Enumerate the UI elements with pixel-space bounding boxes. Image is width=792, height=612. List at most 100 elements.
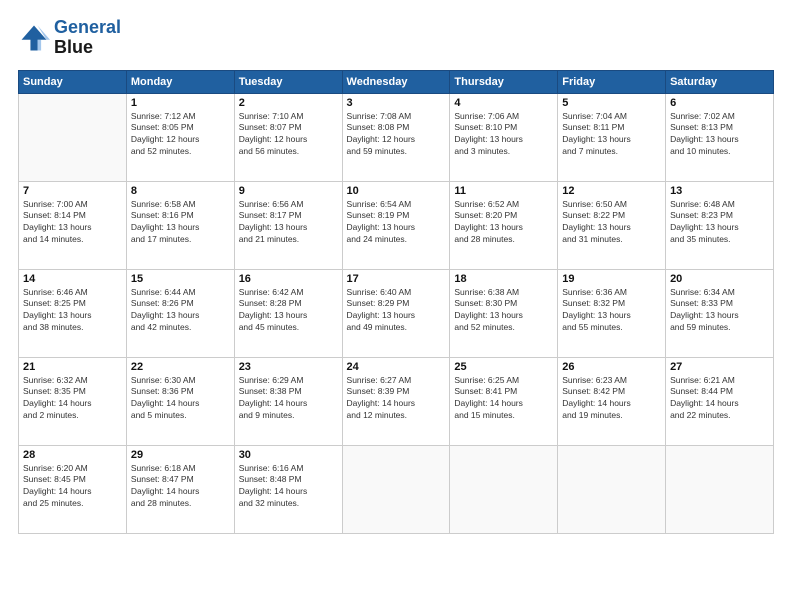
weekday-header-sunday: Sunday	[19, 70, 127, 93]
calendar-cell: 15Sunrise: 6:44 AMSunset: 8:26 PMDayligh…	[126, 269, 234, 357]
day-info: Sunrise: 6:36 AMSunset: 8:32 PMDaylight:…	[562, 287, 661, 335]
day-info: Sunrise: 6:54 AMSunset: 8:19 PMDaylight:…	[347, 199, 446, 247]
day-info: Sunrise: 6:18 AMSunset: 8:47 PMDaylight:…	[131, 463, 230, 511]
week-row-2: 7 Sunrise: 7:00 AMSunset: 8:14 PMDaylight…	[19, 181, 774, 269]
day-info: Sunrise: 7:02 AMSunset: 8:13 PMDaylight:…	[670, 111, 769, 159]
day-info: Sunrise: 6:38 AMSunset: 8:30 PMDaylight:…	[454, 287, 553, 335]
calendar-cell: 25 Sunrise: 6:25 AMSunset: 8:41 PMDayligh…	[450, 357, 558, 445]
day-number: 3	[347, 97, 446, 109]
day-number: 12	[562, 185, 661, 197]
calendar-cell: 21 Sunrise: 6:32 AMSunset: 8:35 PMDayligh…	[19, 357, 127, 445]
calendar-cell: 17 Sunrise: 6:40 AMSunset: 8:29 PMDayligh…	[342, 269, 450, 357]
day-info: Sunrise: 6:56 AMSunset: 8:17 PMDaylight:…	[239, 199, 338, 247]
page: General Blue SundayMondayTuesdayWednesda…	[0, 0, 792, 612]
day-number: 9	[239, 185, 338, 197]
week-row-1: 1 Sunrise: 7:12 AMSunset: 8:05 PMDaylight…	[19, 93, 774, 181]
calendar-cell: 13Sunrise: 6:48 AMSunset: 8:23 PMDayligh…	[666, 181, 774, 269]
day-info: Sunrise: 7:04 AMSunset: 8:11 PMDaylight:…	[562, 111, 661, 159]
day-info: Sunrise: 6:46 AMSunset: 8:25 PMDaylight:…	[23, 287, 122, 335]
calendar-cell: 14 Sunrise: 6:46 AMSunset: 8:25 PMDayligh…	[19, 269, 127, 357]
day-number: 22	[131, 361, 230, 373]
logo-subtext: Blue	[54, 38, 121, 58]
calendar-cell: 11 Sunrise: 6:52 AMSunset: 8:20 PMDayligh…	[450, 181, 558, 269]
calendar-cell	[450, 445, 558, 533]
calendar-cell: 30 Sunrise: 6:16 AMSunset: 8:48 PMDayligh…	[234, 445, 342, 533]
day-info: Sunrise: 6:40 AMSunset: 8:29 PMDaylight:…	[347, 287, 446, 335]
day-info: Sunrise: 7:06 AMSunset: 8:10 PMDaylight:…	[454, 111, 553, 159]
day-number: 16	[239, 273, 338, 285]
calendar-cell: 9 Sunrise: 6:56 AMSunset: 8:17 PMDaylight…	[234, 181, 342, 269]
calendar-cell: 8 Sunrise: 6:58 AMSunset: 8:16 PMDaylight…	[126, 181, 234, 269]
day-number: 21	[23, 361, 122, 373]
weekday-header-monday: Monday	[126, 70, 234, 93]
day-number: 11	[454, 185, 553, 197]
calendar-cell	[342, 445, 450, 533]
day-info: Sunrise: 6:50 AMSunset: 8:22 PMDaylight:…	[562, 199, 661, 247]
day-number: 28	[23, 449, 122, 461]
day-info: Sunrise: 6:34 AMSunset: 8:33 PMDaylight:…	[670, 287, 769, 335]
day-number: 4	[454, 97, 553, 109]
day-number: 6	[670, 97, 769, 109]
day-number: 25	[454, 361, 553, 373]
day-info: Sunrise: 6:52 AMSunset: 8:20 PMDaylight:…	[454, 199, 553, 247]
day-info: Sunrise: 7:08 AMSunset: 8:08 PMDaylight:…	[347, 111, 446, 159]
weekday-header-thursday: Thursday	[450, 70, 558, 93]
calendar-cell: 20 Sunrise: 6:34 AMSunset: 8:33 PMDayligh…	[666, 269, 774, 357]
day-info: Sunrise: 6:23 AMSunset: 8:42 PMDaylight:…	[562, 375, 661, 423]
day-info: Sunrise: 7:12 AMSunset: 8:05 PMDaylight:…	[131, 111, 230, 159]
day-number: 19	[562, 273, 661, 285]
calendar-cell	[666, 445, 774, 533]
week-row-3: 14 Sunrise: 6:46 AMSunset: 8:25 PMDayligh…	[19, 269, 774, 357]
calendar-cell: 10 Sunrise: 6:54 AMSunset: 8:19 PMDayligh…	[342, 181, 450, 269]
day-number: 20	[670, 273, 769, 285]
calendar-cell: 27 Sunrise: 6:21 AMSunset: 8:44 PMDayligh…	[666, 357, 774, 445]
calendar-cell	[19, 93, 127, 181]
day-number: 29	[131, 449, 230, 461]
day-number: 17	[347, 273, 446, 285]
day-number: 7	[23, 185, 122, 197]
calendar-cell: 19 Sunrise: 6:36 AMSunset: 8:32 PMDayligh…	[558, 269, 666, 357]
weekday-header-wednesday: Wednesday	[342, 70, 450, 93]
day-info: Sunrise: 6:27 AMSunset: 8:39 PMDaylight:…	[347, 375, 446, 423]
calendar-cell: 23Sunrise: 6:29 AMSunset: 8:38 PMDayligh…	[234, 357, 342, 445]
week-row-4: 21 Sunrise: 6:32 AMSunset: 8:35 PMDayligh…	[19, 357, 774, 445]
calendar-cell	[558, 445, 666, 533]
calendar-cell: 22 Sunrise: 6:30 AMSunset: 8:36 PMDayligh…	[126, 357, 234, 445]
day-number: 5	[562, 97, 661, 109]
day-info: Sunrise: 6:25 AMSunset: 8:41 PMDaylight:…	[454, 375, 553, 423]
day-info: Sunrise: 6:29 AMSunset: 8:38 PMDaylight:…	[239, 375, 338, 423]
day-number: 10	[347, 185, 446, 197]
day-number: 14	[23, 273, 122, 285]
day-number: 18	[454, 273, 553, 285]
day-info: Sunrise: 6:16 AMSunset: 8:48 PMDaylight:…	[239, 463, 338, 511]
day-info: Sunrise: 6:58 AMSunset: 8:16 PMDaylight:…	[131, 199, 230, 247]
calendar-cell: 5 Sunrise: 7:04 AMSunset: 8:11 PMDaylight…	[558, 93, 666, 181]
calendar-cell: 29 Sunrise: 6:18 AMSunset: 8:47 PMDayligh…	[126, 445, 234, 533]
day-info: Sunrise: 6:48 AMSunset: 8:23 PMDaylight:…	[670, 199, 769, 247]
weekday-header-row: SundayMondayTuesdayWednesdayThursdayFrid…	[19, 70, 774, 93]
day-info: Sunrise: 7:10 AMSunset: 8:07 PMDaylight:…	[239, 111, 338, 159]
day-number: 27	[670, 361, 769, 373]
calendar-cell: 1 Sunrise: 7:12 AMSunset: 8:05 PMDaylight…	[126, 93, 234, 181]
day-info: Sunrise: 6:20 AMSunset: 8:45 PMDaylight:…	[23, 463, 122, 511]
day-number: 2	[239, 97, 338, 109]
calendar: SundayMondayTuesdayWednesdayThursdayFrid…	[18, 70, 774, 534]
day-number: 1	[131, 97, 230, 109]
day-number: 30	[239, 449, 338, 461]
day-number: 26	[562, 361, 661, 373]
weekday-header-tuesday: Tuesday	[234, 70, 342, 93]
day-info: Sunrise: 6:30 AMSunset: 8:36 PMDaylight:…	[131, 375, 230, 423]
calendar-cell: 12 Sunrise: 6:50 AMSunset: 8:22 PMDayligh…	[558, 181, 666, 269]
day-info: Sunrise: 6:21 AMSunset: 8:44 PMDaylight:…	[670, 375, 769, 423]
day-info: Sunrise: 6:32 AMSunset: 8:35 PMDaylight:…	[23, 375, 122, 423]
calendar-cell: 28 Sunrise: 6:20 AMSunset: 8:45 PMDayligh…	[19, 445, 127, 533]
logo: General Blue	[18, 18, 121, 58]
day-info: Sunrise: 7:00 AMSunset: 8:14 PMDaylight:…	[23, 199, 122, 247]
calendar-cell: 7 Sunrise: 7:00 AMSunset: 8:14 PMDaylight…	[19, 181, 127, 269]
calendar-cell: 18 Sunrise: 6:38 AMSunset: 8:30 PMDayligh…	[450, 269, 558, 357]
logo-icon	[18, 22, 50, 54]
calendar-cell: 24Sunrise: 6:27 AMSunset: 8:39 PMDayligh…	[342, 357, 450, 445]
day-number: 8	[131, 185, 230, 197]
calendar-cell: 2 Sunrise: 7:10 AMSunset: 8:07 PMDaylight…	[234, 93, 342, 181]
calendar-cell: 3 Sunrise: 7:08 AMSunset: 8:08 PMDaylight…	[342, 93, 450, 181]
